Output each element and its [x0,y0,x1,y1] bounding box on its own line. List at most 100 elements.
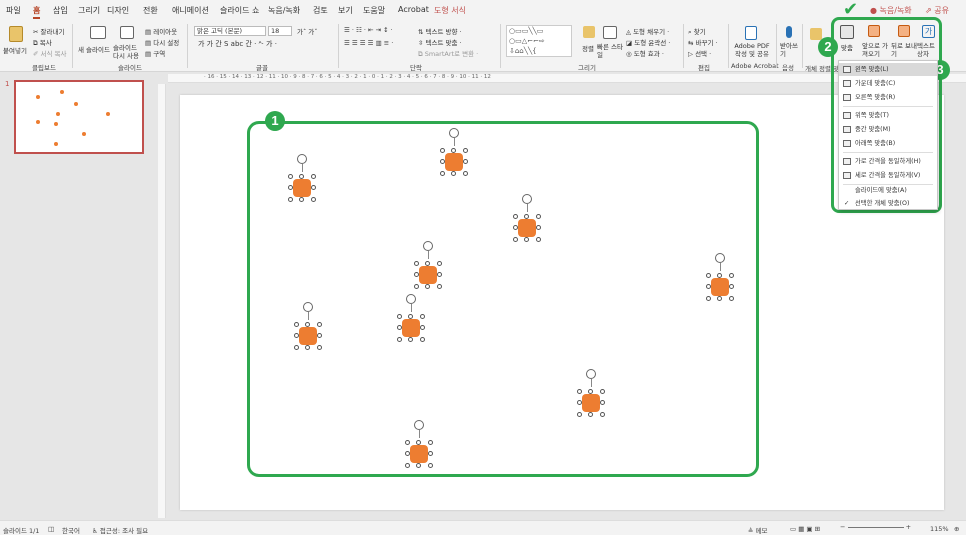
menu-view[interactable]: 보기 [338,5,353,16]
create-pdf-button[interactable]: Adobe PDF 작성 및 공유 [733,42,771,58]
align-text-button[interactable]: ⇳ 텍스트 맞춤 · [418,37,462,47]
spellcheck-icon[interactable]: ◫ [48,525,54,533]
menu-animations[interactable]: 애니메이션 [172,5,209,16]
reset-button[interactable]: ▤ 다시 설정 [145,37,179,47]
smartart-button[interactable]: ⧉ SmartArt로 변환 · [418,48,478,59]
align-right-item[interactable]: 오른쪽 맞춤(R) [839,91,937,104]
group-slides: 슬라이드 [118,64,142,72]
distribute-vertical-item[interactable]: 세로 간격을 동일하게(V) [839,169,937,182]
microphone-icon[interactable] [786,26,792,38]
menu-acrobat[interactable]: Acrobat [398,5,429,14]
checkmark-icon: ✔ [843,0,859,20]
align-middle-icon [843,126,851,133]
slide-number: 1 [5,80,10,88]
font-name-select[interactable]: 맑은 고딕 (본문) [194,26,266,36]
reuse-slide-icon[interactable] [120,26,134,39]
font-grow-icon[interactable]: 가ˆ 가ˇ [297,26,318,36]
cut-button[interactable]: ✂ 잘라내기 [33,26,64,36]
bullet-icon[interactable]: ☰ · ☷ · ⇤ ⇥ ↕ · [344,26,393,34]
align-to-slide-item[interactable]: 슬라이드에 맞춤(A) [839,184,937,197]
paste-icon[interactable] [9,26,23,42]
replace-button[interactable]: ⇆ 바꾸기 · [688,37,718,47]
selection-annotation-box [247,121,759,477]
text-direction-label: 텍스트 방향 [425,28,458,36]
menu-home[interactable]: 홈 [33,5,41,19]
group-paragraph: 단락 [410,64,422,72]
group-editing: 편집 [698,64,710,72]
accessibility-label: 접근성: 조사 필요 [99,527,149,535]
thumb-shape [60,90,64,94]
menu-design[interactable]: 디자인 [107,5,129,16]
format-painter-button[interactable]: ✐ 서식 복사 [33,48,67,58]
new-slide-icon[interactable] [90,26,106,39]
reuse-slide-button[interactable]: 슬라이드 다시 사용 [113,44,143,60]
shape-effects-button[interactable]: ◎ 도형 효과 · [626,48,664,58]
fit-slide-icon[interactable]: ⊕ [954,525,959,533]
new-slide-button[interactable]: 새 슬라이드 [78,44,110,54]
layout-button[interactable]: ▤ 레이아웃 [145,26,177,36]
copy-button[interactable]: ⧉ 복사 [33,37,52,48]
menu-file[interactable]: 파일 [6,5,21,16]
step-badge-1: 1 [265,111,285,131]
menu-insert[interactable]: 삽입 [53,5,68,16]
align-top-item[interactable]: 위쪽 맞춤(T) [839,109,937,122]
zoom-level[interactable]: 115% [930,525,949,533]
align-middle-item[interactable]: 중간 맞춤(M) [839,123,937,136]
align-center-label: 가운데 맞춤(C) [855,80,896,87]
find-button[interactable]: ⌕ 찾기 [688,26,706,37]
check-icon: ✓ [844,200,850,207]
menu-record[interactable]: 녹음/녹화 [268,5,300,16]
align-center-item[interactable]: 가운데 맞춤(C) [839,77,937,90]
menu-draw[interactable]: 그리기 [78,5,100,16]
arrange-icon[interactable] [583,26,595,38]
arrange-button[interactable]: 정렬 [582,43,594,53]
quick-styles-icon[interactable] [603,26,617,39]
record-button[interactable]: ● 녹음/녹화 [870,5,912,16]
menu-help[interactable]: 도움말 [363,5,385,16]
zoom-slider[interactable]: − + [840,523,920,533]
section-button[interactable]: ▤ 구역 [145,48,165,58]
shape-outline-button[interactable]: ◪ 도형 윤곽선 · [626,37,670,47]
select-button[interactable]: ▷ 선택 · [688,48,711,58]
distribute-horizontal-item[interactable]: 가로 간격을 동일하게(H) [839,155,937,168]
align-center-icon [843,80,851,87]
align-top-label: 위쪽 맞춤(T) [855,112,889,119]
record-label: 녹음/녹화 [879,6,912,15]
distribute-vertical-label: 세로 간격을 동일하게(V) [855,172,921,179]
menu-review[interactable]: 검토 [313,5,328,16]
align-dropdown-menu: 왼쪽 맞춤(L) 가운데 맞춤(C) 오른쪽 맞춤(R) 위쪽 맞춤(T) 중간… [838,60,938,210]
align-bottom-item[interactable]: 아래쪽 맞춤(B) [839,137,937,150]
menu-transitions[interactable]: 전환 [143,5,158,16]
group-font: 글꼴 [256,64,268,72]
slide-thumbnail[interactable] [14,80,144,154]
smartart-label: SmartArt로 변환 [424,50,475,58]
notes-label: 메모 [755,527,768,535]
thumb-shape [74,102,78,106]
font-style-buttons[interactable]: 가 가 간 S abc 간 · ᴬ· 가 · [198,39,277,49]
notes-button[interactable]: ≜ 메모 [748,525,767,535]
shape-fill-button[interactable]: ◬ 도형 채우기 · [626,26,669,36]
normal-view-icon[interactable]: ▭ ▦ ▣ ⊞ [790,525,820,533]
share-button[interactable]: ⇗ 공유 [925,5,949,16]
paste-button[interactable]: 붙여넣기 [3,45,27,55]
distribute-horizontal-label: 가로 간격을 동일하게(H) [855,158,921,165]
designer-icon[interactable] [810,28,822,40]
group-drawing: 그리기 [578,64,596,72]
menu-slideshow[interactable]: 슬라이드 쇼 [220,5,259,16]
distribute-vertical-icon [843,172,851,179]
shape-gallery[interactable]: ○▭▭╲╲▭ ○▭△⌐⌐⇨ ⇩⌂⌂╲╲{ [506,25,572,57]
language-indicator[interactable]: 한국어 [62,525,80,535]
replace-label: 바꾸기 [695,39,714,47]
align-left-item[interactable]: 왼쪽 맞춤(L) [839,63,937,76]
cut-label: 잘라내기 [40,28,65,36]
align-right-icon [843,94,851,101]
quick-styles-button[interactable]: 빠른 스타일 [597,43,623,59]
text-direction-button[interactable]: ⇅ 텍스트 방향 · [418,26,462,36]
align-selected-objects-item[interactable]: ✓ 선택한 개체 맞춤(O) [839,197,937,210]
pdf-icon[interactable] [745,26,757,40]
dictate-button[interactable]: 받아쓰기 [780,42,800,58]
font-size-select[interactable]: 18 [268,26,292,36]
accessibility-status[interactable]: ♿ 접근성: 조사 필요 [92,525,148,535]
align-icons[interactable]: ☰ ☰ ☰ ☰ ▥ ≡ · [344,39,393,47]
share-label: 공유 [934,6,949,15]
